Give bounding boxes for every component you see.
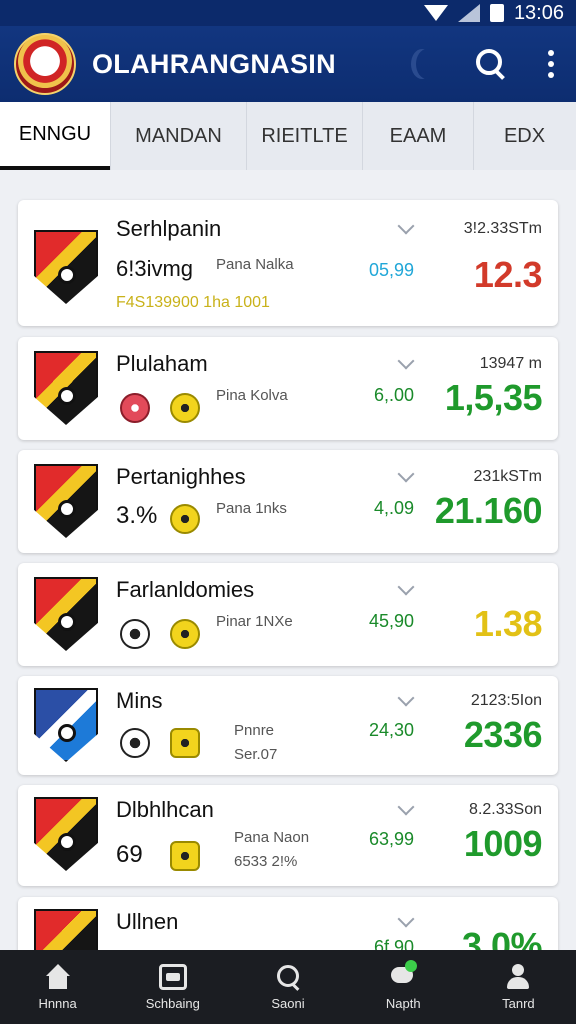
tab-rieitlte[interactable]: RIEITLTE <box>247 102 362 170</box>
more-options-icon[interactable] <box>548 50 556 78</box>
emblem-icon <box>170 728 200 758</box>
crescent-icon <box>416 49 438 79</box>
tab-bar: ENNGU MANDAN RIEITLTE EAAM EDX <box>0 102 576 170</box>
team-card[interactable]: Plulaham Pina Kolva 6,.00 13947 m 1,5,35 <box>18 337 558 440</box>
chevron-down-icon[interactable] <box>397 910 415 928</box>
team-detail: 6533 2!% <box>234 853 298 870</box>
top-right-value: 2123:5Ion <box>470 692 542 709</box>
tab-mandan[interactable]: MANDAN <box>111 102 246 170</box>
chevron-down-icon[interactable] <box>397 465 415 483</box>
team-tagline: Pana 1nks <box>216 500 287 517</box>
emblem-icon <box>170 619 200 649</box>
battery-icon <box>489 4 504 22</box>
tab-edx[interactable]: EDX <box>474 102 575 170</box>
signal-icon <box>457 4 480 22</box>
mid-value: 6,.00 <box>373 385 414 405</box>
chevron-down-icon[interactable] <box>397 352 415 370</box>
nav-label: Hnnna <box>38 995 77 1011</box>
team-tagline: Pnnre <box>234 722 275 739</box>
nav-schedule[interactable]: Schbaing <box>115 950 230 1024</box>
chat-icon <box>389 959 418 990</box>
nav-search[interactable]: Saoni <box>230 950 345 1024</box>
big-value: 1,5,35 <box>444 377 543 418</box>
top-right-value: 13947 m <box>479 355 542 372</box>
nav-profile[interactable]: Tanrd <box>461 950 576 1024</box>
team-card[interactable]: Ullnen 6f.90 3.0% <box>18 897 558 957</box>
team-badge <box>34 797 98 871</box>
search-icon[interactable] <box>474 47 508 81</box>
big-value: 2336 <box>463 714 543 755</box>
nav-chat[interactable]: Napth <box>346 950 461 1024</box>
team-name: Serhlpanin <box>116 216 222 241</box>
team-badge <box>34 464 98 538</box>
nav-label: Napth <box>385 995 421 1011</box>
wifi-icon <box>423 5 448 21</box>
team-name: Mins <box>116 688 163 713</box>
team-tagline: Pana Naon <box>234 829 310 846</box>
chevron-down-icon[interactable] <box>397 217 415 235</box>
big-value: 1.38 <box>473 603 543 644</box>
team-tagline: Pina Kolva <box>216 387 288 404</box>
team-badge <box>34 577 98 651</box>
team-badge <box>34 230 98 304</box>
big-value: 1009 <box>463 823 543 864</box>
team-stat: 3.% <box>116 502 158 529</box>
chevron-down-icon[interactable] <box>397 798 415 816</box>
big-value: 12.3 <box>473 254 543 295</box>
team-card[interactable]: Mins Pnnre Ser.07 24,30 2123:5Ion 2336 <box>18 676 558 775</box>
team-card[interactable]: Pertanighhes 3.% Pana 1nks 4,.09 231kSTm… <box>18 450 558 553</box>
nav-label: Schbaing <box>145 995 200 1011</box>
status-time: 13:06 <box>513 1 564 24</box>
team-info: F4S139900 1ha 1001 <box>116 294 270 311</box>
team-name: Dlbhlhcan <box>116 797 214 822</box>
search-icon <box>274 964 302 990</box>
ball-icon <box>120 619 150 649</box>
status-bar: 13:06 <box>0 0 576 26</box>
app-title: OLAHRANGNASIN <box>92 48 336 79</box>
app-logo <box>14 33 76 95</box>
emblem-icon <box>170 841 200 871</box>
ball-icon <box>120 393 150 423</box>
mid-value: 05,99 <box>368 260 414 280</box>
team-card[interactable]: Serhlpanin 6!3ivmg Pana Nalka F4S139900 … <box>18 200 558 326</box>
team-card[interactable]: Farlanldomies Pinar 1NXe 45,90 1.38 <box>18 563 558 666</box>
nav-home[interactable]: Hnnna <box>0 950 115 1024</box>
schedule-icon <box>158 963 187 990</box>
home-icon <box>44 963 72 990</box>
team-name: Plulaham <box>116 351 208 376</box>
team-subtitle: 6!3ivmg <box>116 256 194 281</box>
team-card[interactable]: Dlbhlhcan 69 Pana Naon 6533 2!% 63,99 8.… <box>18 785 558 886</box>
team-tagline: Pana Nalka <box>216 256 294 273</box>
nav-label: Saoni <box>271 995 305 1011</box>
chevron-down-icon[interactable] <box>397 689 415 707</box>
team-detail: Ser.07 <box>234 746 278 763</box>
big-value: 21.160 <box>434 490 543 531</box>
tab-enngu[interactable]: ENNGU <box>0 102 110 170</box>
top-right-value: 8.2.33Son <box>469 801 542 818</box>
emblem-icon <box>170 393 200 423</box>
chevron-down-icon[interactable] <box>397 578 415 596</box>
mid-value: 24,30 <box>368 720 414 740</box>
team-stat: 69 <box>116 841 143 868</box>
bottom-nav: Hnnna Schbaing Saoni Napth Tanrd <box>0 950 576 1024</box>
team-name: Pertanighhes <box>116 464 246 489</box>
top-right-value: 231kSTm <box>473 468 542 485</box>
team-name: Ullnen <box>116 909 179 934</box>
profile-icon <box>504 963 532 990</box>
top-right-value: 3!2.33STm <box>463 220 542 237</box>
team-tagline: Pinar 1NXe <box>216 613 293 630</box>
team-name: Farlanldomies <box>116 577 255 602</box>
mid-value: 4,.09 <box>373 498 414 518</box>
mid-value: 45,90 <box>368 611 414 631</box>
nav-label: Tanrd <box>502 995 535 1011</box>
tab-eaam[interactable]: EAAM <box>363 102 473 170</box>
app-bar: OLAHRANGNASIN <box>0 26 576 102</box>
team-badge <box>34 688 98 762</box>
mid-value: 63,99 <box>368 829 414 849</box>
ball-icon <box>120 728 150 758</box>
team-badge <box>34 351 98 425</box>
emblem-icon <box>170 504 200 534</box>
